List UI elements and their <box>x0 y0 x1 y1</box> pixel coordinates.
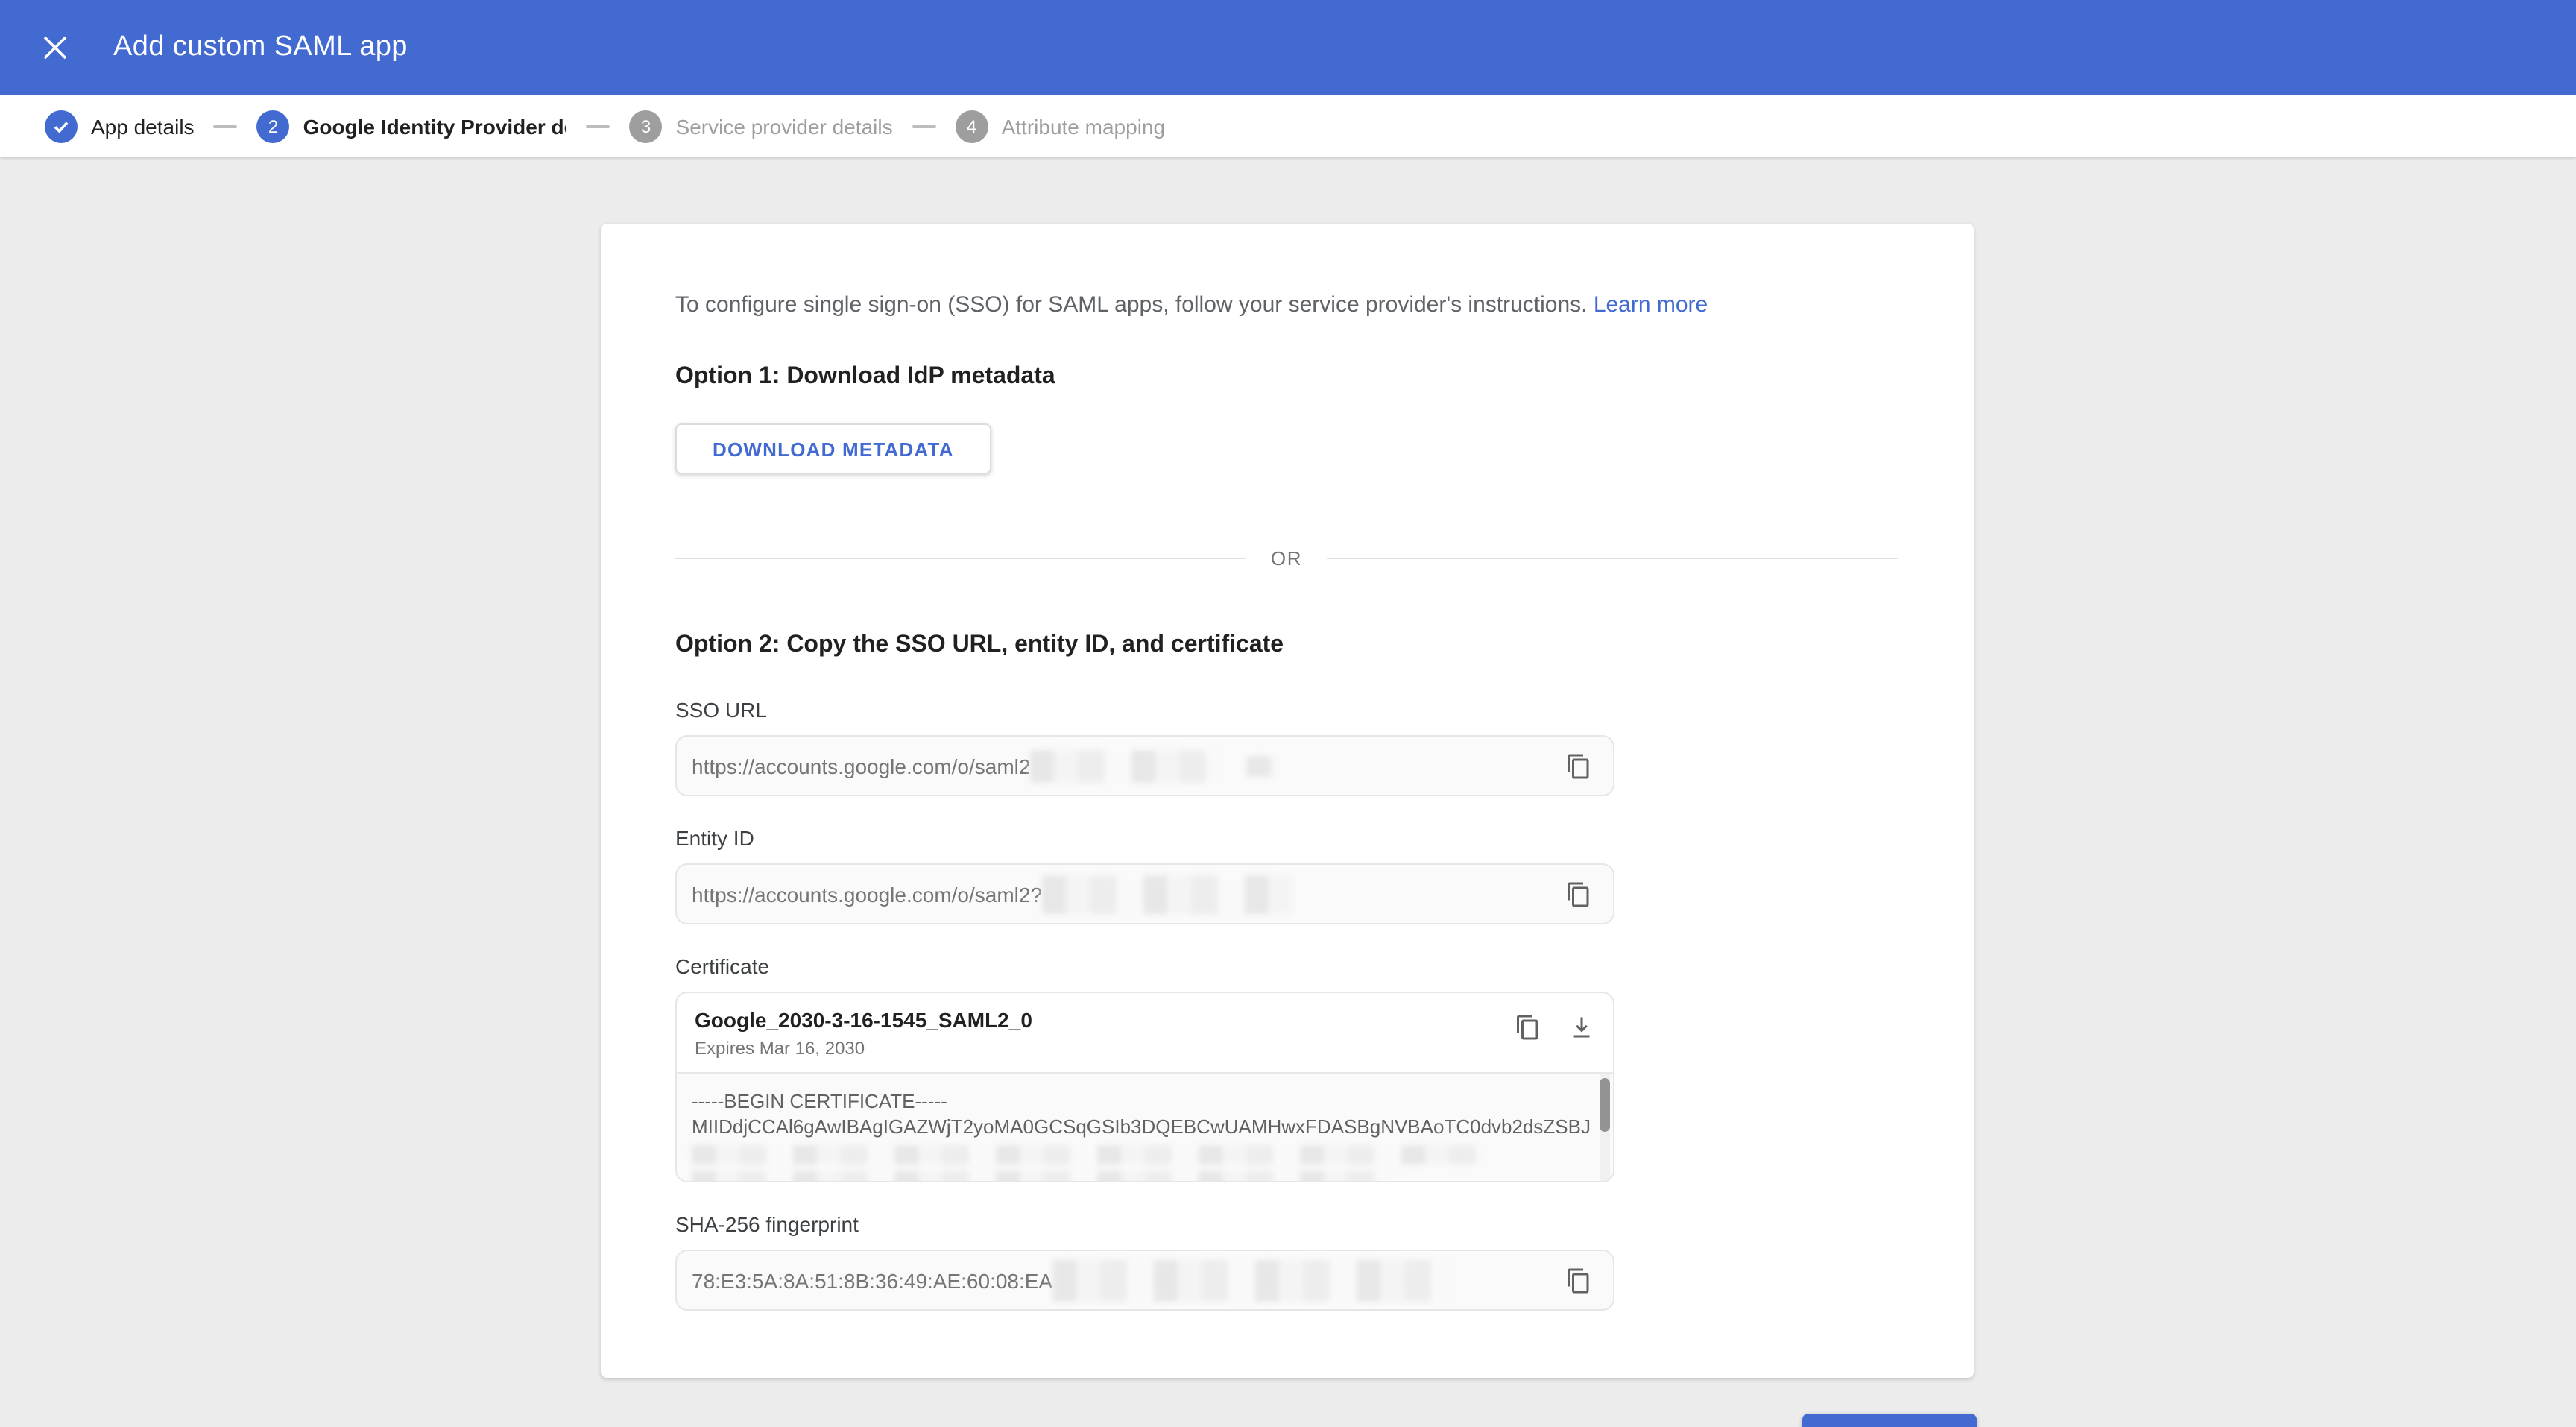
cancel-button[interactable]: CANCEL <box>1672 1412 1782 1427</box>
step-separator <box>586 125 610 127</box>
copy-icon[interactable] <box>1509 1008 1547 1047</box>
step-label: Google Identity Provider details <box>303 114 567 138</box>
dialog-header: Add custom SAML app <box>0 0 2576 95</box>
step-number-badge: 4 <box>955 110 988 142</box>
step-separator <box>912 125 936 127</box>
entity-id-field: https://accounts.google.com/o/saml2? <box>675 863 1614 924</box>
copy-icon[interactable] <box>1559 1261 1598 1300</box>
redacted-text <box>692 1171 1395 1181</box>
step-label: Service provider details <box>675 114 893 138</box>
certificate-box: Google_2030-3-16-1545_SAML2_0 Expires Ma… <box>675 992 1614 1182</box>
certificate-body: -----BEGIN CERTIFICATE----- MIIDdjCCAl6g… <box>677 1074 1613 1181</box>
check-icon <box>45 110 78 142</box>
step-app-details[interactable]: App details <box>45 110 195 142</box>
redacted-text <box>1246 755 1277 776</box>
copy-icon[interactable] <box>1559 746 1598 785</box>
option1-heading: Option 1: Download IdP metadata <box>675 364 1055 389</box>
sso-url-group: SSO URL https://accounts.google.com/o/sa… <box>675 698 1614 796</box>
step-number-badge: 2 <box>256 110 290 142</box>
entity-id-label: Entity ID <box>675 826 754 850</box>
sha256-label: SHA-256 fingerprint <box>675 1212 859 1236</box>
dialog-title: Add custom SAML app <box>113 31 408 63</box>
learn-more-link[interactable]: Learn more <box>1594 292 1708 318</box>
step-attribute-mapping: 4 Attribute mapping <box>955 110 1166 142</box>
certificate-label: Certificate <box>675 954 770 978</box>
redacted-text <box>1042 875 1293 913</box>
step-service-provider-details: 3 Service provider details <box>629 110 893 142</box>
divider-line <box>1326 558 1898 559</box>
back-button[interactable]: BACK <box>620 1412 704 1427</box>
copy-icon[interactable] <box>1559 875 1598 913</box>
add-custom-saml-app-dialog: Add custom SAML app App details 2 Google… <box>0 0 2576 1427</box>
certificate-header: Google_2030-3-16-1545_SAML2_0 Expires Ma… <box>677 993 1613 1074</box>
certificate-line-1: -----BEGIN CERTIFICATE----- <box>692 1090 947 1112</box>
step-google-idp-details[interactable]: 2 Google Identity Provider details <box>256 110 567 142</box>
sha256-field: 78:E3:5A:8A:51:8B:36:49:AE:60:08:EA <box>675 1250 1614 1311</box>
step-label: Attribute mapping <box>1001 114 1166 138</box>
step-number-badge: 3 <box>629 110 663 142</box>
certificate-name: Google_2030-3-16-1545_SAML2_0 <box>695 1008 1032 1032</box>
entity-id-group: Entity ID https://accounts.google.com/o/… <box>675 826 1614 924</box>
footer-actions: BACK CANCEL CONTINUE <box>601 1412 1977 1427</box>
sha256-group: SHA-256 fingerprint 78:E3:5A:8A:51:8B:36… <box>675 1212 1614 1311</box>
sso-url-field: https://accounts.google.com/o/saml2 <box>675 735 1614 796</box>
scrollbar-thumb[interactable] <box>1600 1078 1610 1132</box>
stepper: App details 2 Google Identity Provider d… <box>0 95 2576 157</box>
download-metadata-button[interactable]: DOWNLOAD METADATA <box>675 423 991 474</box>
entity-id-value: https://accounts.google.com/o/saml2? <box>692 882 1043 906</box>
divider-line <box>675 558 1247 559</box>
or-divider: OR <box>675 547 1898 570</box>
redacted-text <box>1052 1259 1459 1301</box>
or-label: OR <box>1270 547 1303 570</box>
certificate-expiry: Expires Mar 16, 2030 <box>695 1038 865 1059</box>
redacted-text <box>692 1145 1486 1165</box>
sso-url-label: SSO URL <box>675 698 767 722</box>
intro-text: To configure single sign-on (SSO) for SA… <box>675 292 1708 318</box>
certificate-line-2: MIIDdjCCAl6gAwIBAgIGAZWjT2yoMA0GCSqGSIb3… <box>692 1115 1591 1138</box>
step-separator <box>213 125 238 127</box>
download-icon[interactable] <box>1562 1008 1601 1047</box>
step-label: App details <box>91 114 195 138</box>
sso-url-value: https://accounts.google.com/o/saml2 <box>692 754 1031 778</box>
scrollbar-track <box>1600 1074 1610 1181</box>
certificate-group: Certificate Google_2030-3-16-1545_SAML2_… <box>675 954 1614 1182</box>
option2-heading: Option 2: Copy the SSO URL, entity ID, a… <box>675 632 1284 658</box>
close-icon[interactable] <box>30 22 80 73</box>
redacted-text <box>1030 749 1226 782</box>
idp-details-card: To configure single sign-on (SSO) for SA… <box>601 224 1974 1378</box>
sha256-value: 78:E3:5A:8A:51:8B:36:49:AE:60:08:EA <box>692 1268 1053 1292</box>
continue-button[interactable]: CONTINUE <box>1802 1414 1977 1427</box>
